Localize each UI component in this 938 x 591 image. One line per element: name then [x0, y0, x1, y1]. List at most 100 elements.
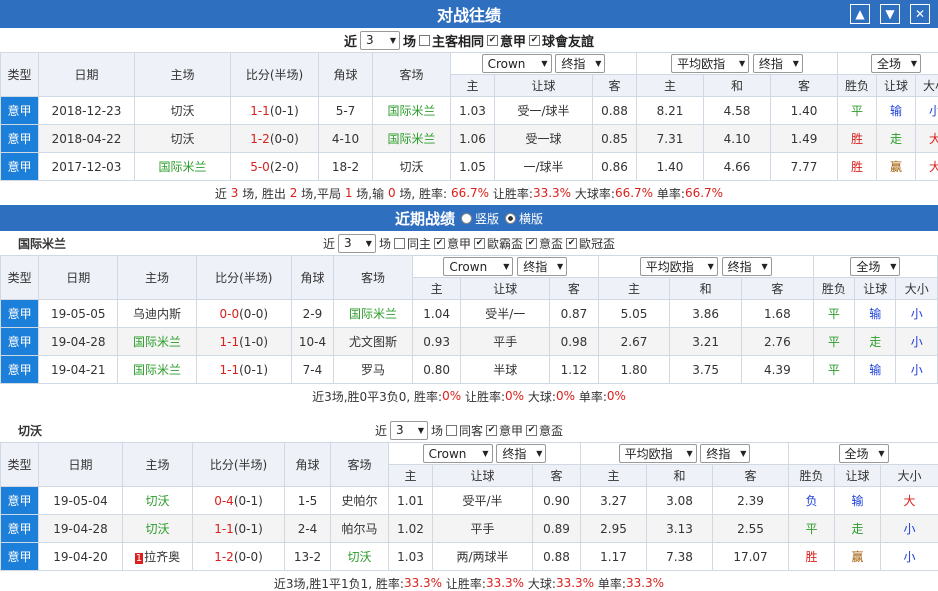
team2-serie-a-checkbox[interactable]: ✔ — [486, 424, 497, 436]
range-select[interactable]: 全场 — [871, 54, 922, 73]
home-team[interactable]: 国际米兰 — [117, 327, 197, 356]
home-team[interactable]: 乌迪内斯 — [117, 299, 197, 328]
serie-a-checkbox[interactable]: ✔ — [487, 34, 498, 46]
ah-kind-select[interactable]: 终指 — [555, 53, 606, 73]
text-label: 场, 胜率: — [399, 186, 448, 201]
col-away: 客场 — [372, 52, 451, 97]
away-team[interactable]: 罗马 — [333, 355, 413, 384]
league-cell[interactable]: 意甲 — [0, 96, 39, 125]
eu-kind-select[interactable]: 终指 — [752, 54, 803, 73]
score-cell[interactable]: 1-1(0-1) — [195, 355, 292, 384]
text-label: 同客 — [445, 422, 483, 439]
text-label: ✔ 意盃 — [526, 235, 563, 252]
team1-eu-select[interactable]: 平均欧指 — [639, 257, 718, 276]
count-select[interactable]: 3 — [359, 30, 400, 50]
ou-result-cell: 小 — [915, 96, 938, 125]
text-label: 近3场,胜1平1负1, 胜率: — [273, 576, 404, 591]
league-cell[interactable]: 意甲 — [0, 514, 39, 543]
same-home-checkbox[interactable] — [418, 34, 430, 46]
text-label: 意盃 — [539, 423, 564, 438]
home-team[interactable]: 国际米兰 — [134, 152, 231, 181]
score-cell[interactable]: 1-2(0-0) — [192, 542, 285, 571]
away-team[interactable]: 切沃 — [372, 152, 451, 181]
team1-range-select[interactable]: 全场 — [850, 257, 901, 276]
away-team[interactable]: 帕尔马 — [330, 514, 389, 543]
league-cell[interactable]: 意甲 — [0, 152, 39, 181]
team1-uel-checkbox[interactable]: ✔ — [474, 237, 485, 249]
home-team[interactable]: 1 拉齐奥 — [122, 542, 193, 571]
close-icon[interactable]: ✕ — [910, 4, 930, 24]
away-team[interactable]: 国际米兰 — [372, 96, 451, 125]
team2-eu-select[interactable]: 平均欧指 — [618, 444, 697, 463]
arrow-down-icon[interactable]: ▼ — [880, 4, 900, 24]
team1-same-home-checkbox[interactable] — [393, 237, 405, 249]
column-header: Crown 终指 — [388, 442, 581, 465]
eu-draw-odds: 4.66 — [703, 152, 771, 181]
team2-same-away-checkbox[interactable] — [445, 424, 457, 436]
h2h-controls: 近 3 场 主客相同 ✔意甲 ✔球會友誼 — [0, 28, 938, 52]
arrow-up-icon[interactable]: ▲ — [850, 4, 870, 24]
team1-cup-checkbox[interactable]: ✔ — [526, 237, 538, 249]
team2-ah-kind-select[interactable]: 终指 — [496, 443, 547, 463]
table-cell: 2.55 — [711, 514, 790, 543]
league-cell[interactable]: 意甲 — [0, 327, 40, 356]
column-header: 平均欧指 终指 — [635, 52, 839, 75]
vertical-radio[interactable] — [460, 212, 472, 224]
away-team[interactable]: 尤文图斯 — [333, 327, 413, 356]
column-header: 主 — [580, 464, 647, 487]
home-team[interactable]: 切沃 — [134, 124, 231, 153]
team2-company-select[interactable]: Crown — [422, 444, 493, 464]
team2-count-select[interactable]: 3 — [389, 420, 428, 440]
text-label: 主客相同 — [418, 31, 484, 50]
col-score: 比分(半场) — [195, 255, 292, 300]
ah-away-odds: 0.86 — [592, 152, 637, 181]
league-cell[interactable]: 意甲 — [0, 542, 39, 571]
team2-range-select[interactable]: 全场 — [838, 444, 889, 463]
col-score: 比分(半场) — [230, 52, 319, 97]
home-team[interactable]: 切沃 — [134, 96, 231, 125]
friendly-checkbox[interactable]: ✔ — [529, 34, 541, 46]
score-cell[interactable]: 1-1(0-1) — [192, 514, 285, 543]
text-label: 近 — [214, 186, 227, 201]
score-cell[interactable]: 0-0(0-0) — [195, 299, 292, 328]
column-header: 全场 — [812, 255, 938, 278]
text-label: 1-1 — [214, 521, 234, 536]
text-label: 5-0 — [250, 159, 270, 174]
league-cell[interactable]: 意甲 — [0, 124, 39, 153]
home-team[interactable]: 切沃 — [122, 514, 193, 543]
league-cell[interactable]: 意甲 — [0, 486, 39, 515]
text-label: 2 — [289, 186, 298, 200]
ou-result-cell: 小 — [880, 514, 938, 543]
team1-serie-a-checkbox[interactable]: ✔ — [433, 237, 445, 249]
home-team[interactable]: 切沃 — [122, 486, 193, 515]
score-cell[interactable]: 1-2(0-0) — [230, 124, 319, 153]
away-team[interactable]: 史帕尔 — [330, 486, 389, 515]
eu-select[interactable]: 平均欧指 — [671, 54, 750, 73]
team2-cup-checkbox[interactable]: ✔ — [526, 424, 538, 436]
ah-line: 一/球半 — [494, 152, 593, 181]
team2-eu-kind-select[interactable]: 终指 — [700, 444, 751, 463]
home-team[interactable]: 国际米兰 — [117, 355, 197, 384]
count-prefix: 近 — [343, 34, 357, 50]
league-cell[interactable]: 意甲 — [0, 355, 40, 384]
score-cell[interactable]: 1-1(0-1) — [230, 96, 319, 125]
text-label: (0-1) — [233, 493, 263, 508]
score-cell[interactable]: 1-1(1-0) — [195, 327, 292, 356]
away-team[interactable]: 切沃 — [330, 542, 389, 571]
score-cell[interactable]: 0-4(0-1) — [192, 486, 285, 515]
ah-result-cell: 输 — [876, 96, 917, 125]
team1-company-select[interactable]: Crown — [443, 257, 514, 277]
table-cell: 3.08 — [646, 486, 713, 515]
table-cell: 0.80 — [411, 355, 462, 384]
team1-count-select[interactable]: 3 — [337, 233, 376, 253]
away-team[interactable]: 国际米兰 — [333, 299, 413, 328]
away-team[interactable]: 国际米兰 — [372, 124, 451, 153]
league-cell[interactable]: 意甲 — [0, 299, 40, 328]
company-select[interactable]: Crown — [481, 54, 552, 74]
horizontal-radio[interactable] — [505, 212, 516, 224]
team1-ucl-checkbox[interactable]: ✔ — [566, 237, 578, 249]
text-label: 近 — [374, 423, 387, 438]
team1-eu-kind-select[interactable]: 终指 — [721, 257, 772, 276]
score-cell[interactable]: 5-0(2-0) — [230, 152, 319, 181]
team1-ah-kind-select[interactable]: 终指 — [517, 256, 568, 276]
